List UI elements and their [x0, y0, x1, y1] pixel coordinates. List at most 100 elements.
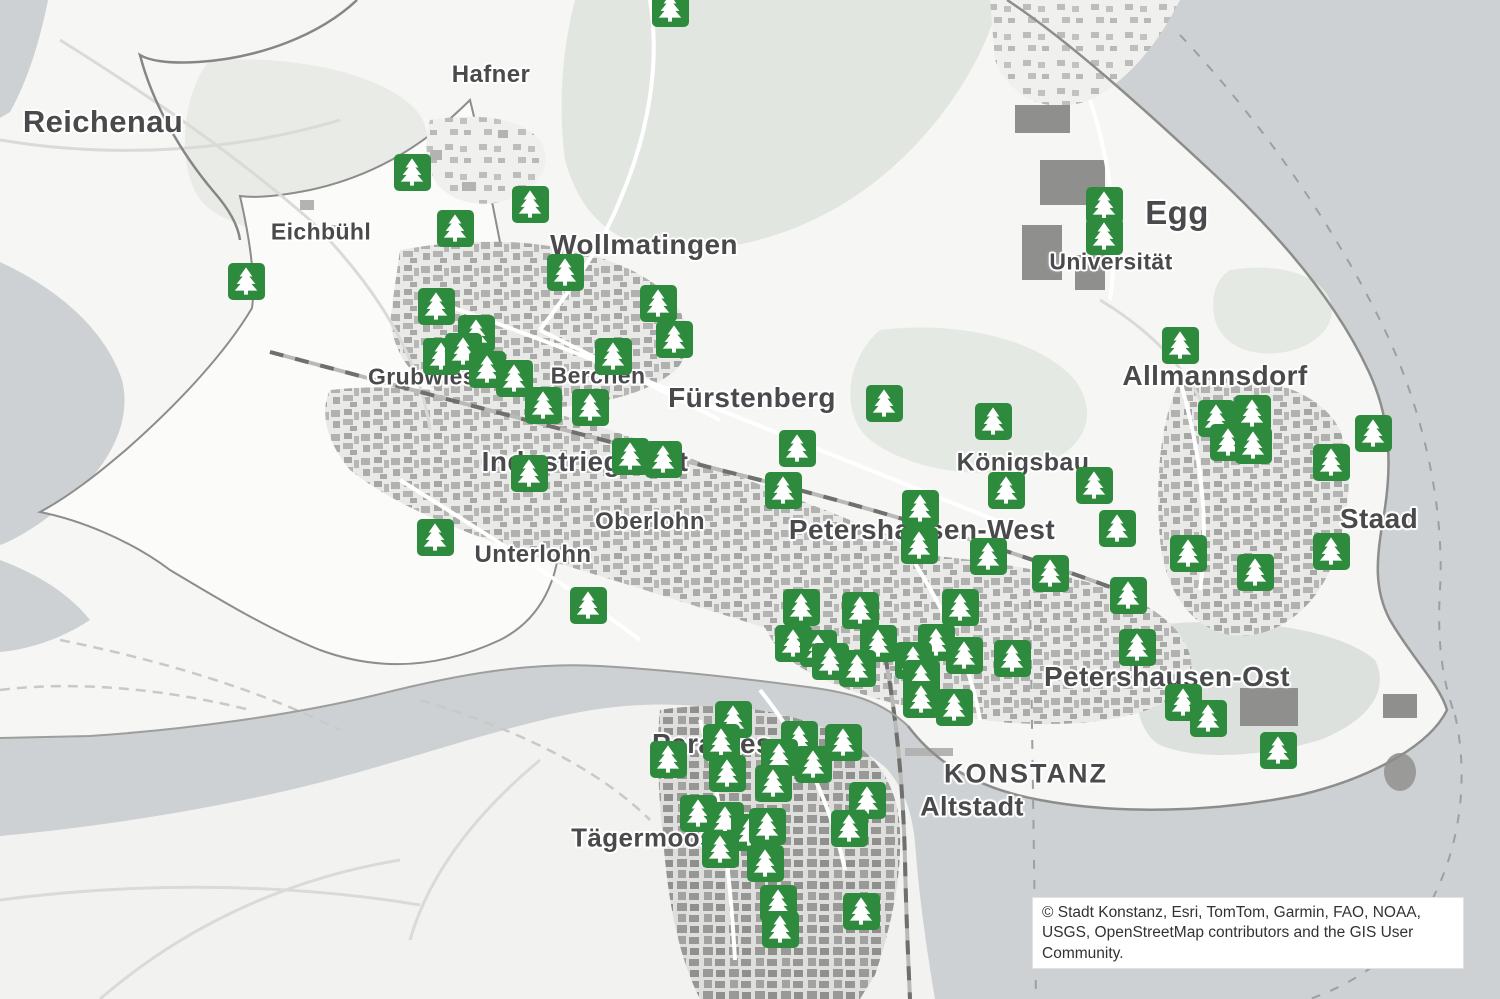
tree-marker[interactable] [228, 263, 265, 300]
tree-marker[interactable] [1099, 510, 1136, 547]
tree-marker[interactable] [825, 724, 862, 761]
tree-icon [904, 530, 934, 560]
tree-marker[interactable] [994, 640, 1031, 677]
tree-icon [598, 341, 628, 371]
tree-icon [397, 157, 427, 187]
tree-icon [949, 640, 979, 670]
tree-marker[interactable] [755, 765, 792, 802]
tree-marker[interactable] [511, 455, 548, 492]
tree-marker[interactable] [394, 154, 431, 191]
tree-marker[interactable] [650, 741, 687, 778]
tree-icon [750, 848, 780, 878]
tree-marker[interactable] [970, 538, 1007, 575]
tree-icon [575, 392, 605, 422]
tree-marker[interactable] [747, 845, 784, 882]
attribution: © Stadt Konstanz, Esri, TomTom, Garmin, … [1032, 897, 1464, 969]
tree-icon [499, 363, 529, 393]
tree-marker[interactable] [843, 893, 880, 930]
tree-icon [758, 768, 788, 798]
tree-marker[interactable] [975, 403, 1012, 440]
tree-marker[interactable] [512, 186, 549, 223]
tree-marker[interactable] [831, 810, 868, 847]
tree-marker[interactable] [417, 519, 454, 556]
tree-marker[interactable] [1235, 427, 1272, 464]
tree-marker[interactable] [1237, 554, 1274, 591]
tree-icon [906, 684, 936, 714]
tree-marker[interactable] [709, 755, 746, 792]
tree-icon [1165, 330, 1195, 360]
tree-marker[interactable] [902, 490, 939, 527]
tree-icon [231, 266, 261, 296]
tree-marker[interactable] [901, 527, 938, 564]
tree-marker[interactable] [1032, 555, 1069, 592]
tree-marker[interactable] [988, 472, 1025, 509]
tree-icon [1113, 580, 1143, 610]
tree-marker[interactable] [839, 650, 876, 687]
tree-marker[interactable] [702, 831, 739, 868]
tree-marker[interactable] [418, 288, 455, 325]
tree-marker[interactable] [645, 441, 682, 478]
tree-marker[interactable] [640, 285, 677, 322]
map-canvas[interactable]: ReichenauHafnerEichbühlWollmatingenEggUn… [0, 0, 1500, 999]
tree-icon [1316, 447, 1346, 477]
tree-marker[interactable] [783, 589, 820, 626]
tree-marker[interactable] [903, 681, 940, 718]
markers-layer [0, 0, 1500, 999]
tree-icon [515, 189, 545, 219]
tree-marker[interactable] [942, 589, 979, 626]
tree-icon [659, 324, 689, 354]
tree-marker[interactable] [1170, 535, 1207, 572]
tree-marker[interactable] [1260, 732, 1297, 769]
tree-marker[interactable] [652, 0, 689, 27]
tree-icon [997, 643, 1027, 673]
tree-marker[interactable] [570, 587, 607, 624]
tree-marker[interactable] [1086, 218, 1123, 255]
tree-icon [1089, 190, 1119, 220]
tree-marker[interactable] [1162, 327, 1199, 364]
tree-marker[interactable] [779, 430, 816, 467]
tree-icon [765, 914, 795, 944]
tree-icon [643, 288, 673, 318]
tree-icon [991, 475, 1021, 505]
tree-marker[interactable] [595, 338, 632, 375]
tree-icon [905, 493, 935, 523]
tree-icon [1173, 538, 1203, 568]
tree-marker[interactable] [842, 592, 879, 629]
tree-marker[interactable] [572, 389, 609, 426]
tree-icon [1079, 470, 1109, 500]
tree-marker[interactable] [547, 254, 584, 291]
tree-marker[interactable] [1119, 629, 1156, 666]
tree-icon [945, 592, 975, 622]
tree-marker[interactable] [1313, 444, 1350, 481]
tree-icon [782, 433, 812, 463]
tree-icon [752, 811, 782, 841]
tree-marker[interactable] [612, 438, 649, 475]
tree-marker[interactable] [437, 210, 474, 247]
tree-marker[interactable] [936, 689, 973, 726]
tree-marker[interactable] [656, 321, 693, 358]
attribution-text: © Stadt Konstanz, Esri, TomTom, Garmin, … [1042, 904, 1421, 962]
tree-marker[interactable] [525, 387, 562, 424]
tree-marker[interactable] [1355, 415, 1392, 452]
tree-icon [973, 541, 1003, 571]
tree-icon [978, 406, 1008, 436]
tree-marker[interactable] [1110, 577, 1147, 614]
tree-icon [514, 458, 544, 488]
tree-icon [845, 595, 875, 625]
tree-icon [528, 390, 558, 420]
tree-icon [712, 758, 742, 788]
tree-icon [1089, 221, 1119, 251]
tree-marker[interactable] [866, 385, 903, 422]
tree-icon [440, 213, 470, 243]
tree-marker[interactable] [765, 472, 802, 509]
tree-marker[interactable] [1313, 533, 1350, 570]
tree-marker[interactable] [946, 637, 983, 674]
tree-marker[interactable] [1076, 467, 1113, 504]
tree-icon [1316, 536, 1346, 566]
tree-icon [768, 475, 798, 505]
tree-marker[interactable] [749, 808, 786, 845]
tree-icon [834, 813, 864, 843]
tree-marker[interactable] [1190, 700, 1227, 737]
tree-icon [706, 727, 736, 757]
tree-marker[interactable] [762, 911, 799, 948]
